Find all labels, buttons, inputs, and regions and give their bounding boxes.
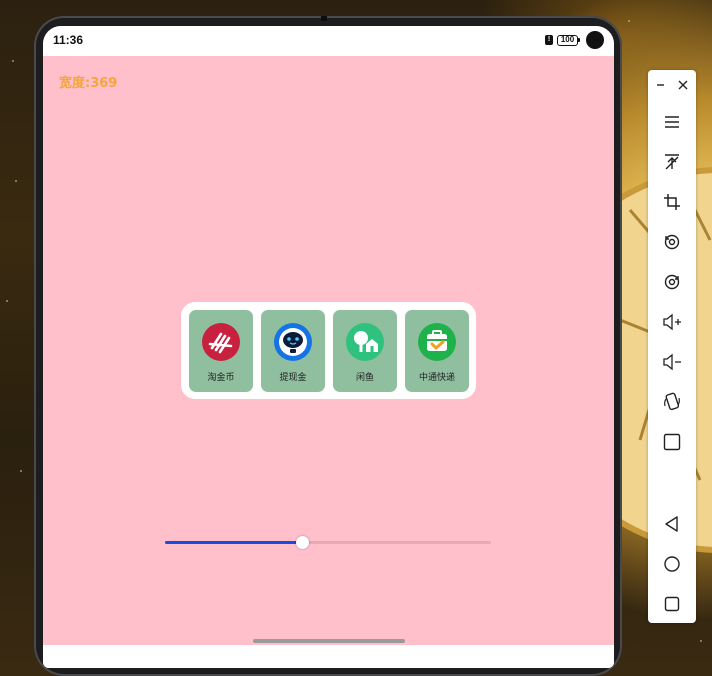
home-icon[interactable] [660, 552, 684, 576]
minimize-icon[interactable] [654, 78, 668, 92]
device-screen: 11:36 ! 100 宽度:369 淘金币 提现金 闲鱼 中通快递 [43, 26, 614, 668]
emulator-toolbar [648, 70, 696, 623]
camera-cutout [586, 31, 604, 49]
xianyu-app-icon [346, 323, 384, 361]
menu-icon[interactable] [660, 110, 684, 134]
app-content: 宽度:369 淘金币 提现金 闲鱼 中通快递 [43, 56, 614, 645]
shake-icon[interactable] [660, 390, 684, 414]
zhongtong-app-icon [418, 323, 456, 361]
back-icon[interactable] [660, 512, 684, 536]
tile-label: 闲鱼 [355, 373, 374, 383]
slider-thumb[interactable] [296, 536, 309, 549]
volume-down-icon[interactable] [660, 350, 684, 374]
volume-up-icon[interactable] [660, 310, 684, 334]
battery-icon: 100 [557, 34, 580, 46]
tixianjin-app-icon [274, 323, 312, 361]
rotate-left-icon[interactable] [660, 230, 684, 254]
app-tile-taojinbi[interactable]: 淘金币 [189, 310, 253, 392]
status-icons: ! 100 [545, 31, 604, 49]
home-indicator[interactable] [253, 639, 405, 643]
taojinbi-app-icon [202, 323, 240, 361]
recents-icon[interactable] [660, 592, 684, 616]
crop-icon[interactable] [660, 190, 684, 214]
slider-fill [165, 541, 302, 544]
width-slider[interactable] [165, 535, 491, 551]
close-icon[interactable] [676, 78, 690, 92]
pin-top-icon[interactable] [660, 150, 684, 174]
app-tile-xianyu[interactable]: 闲鱼 [333, 310, 397, 392]
status-bar: 11:36 ! 100 [43, 26, 614, 56]
rotate-right-icon[interactable] [660, 270, 684, 294]
tile-label: 中通快递 [418, 373, 455, 383]
status-time: 11:36 [53, 33, 84, 47]
app-grid-card: 淘金币 提现金 闲鱼 中通快递 [181, 302, 476, 399]
navigation-bar [43, 645, 614, 668]
tile-label: 淘金币 [207, 373, 235, 383]
notification-icon: ! [545, 35, 553, 45]
width-label: 宽度:369 [59, 76, 118, 91]
screenshot-square-icon[interactable] [660, 430, 684, 454]
app-tile-tixianjin[interactable]: 提现金 [261, 310, 325, 392]
phone-hinge [321, 16, 327, 21]
tile-label: 提现金 [279, 373, 307, 383]
app-tile-zhongtong[interactable]: 中通快递 [405, 310, 469, 392]
